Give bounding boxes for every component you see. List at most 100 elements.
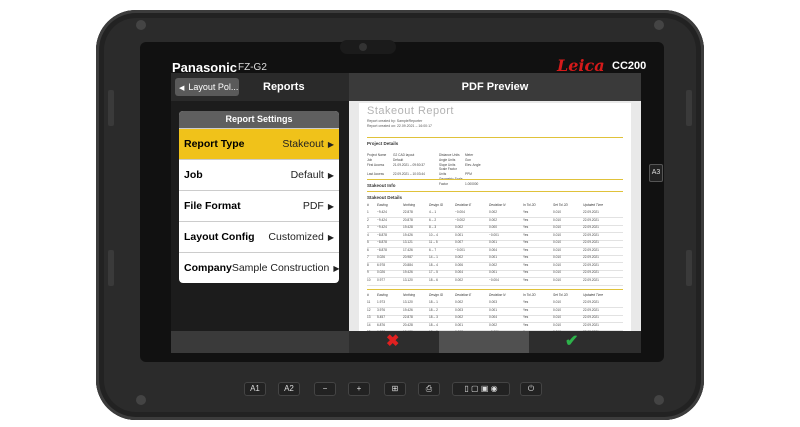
hw-button-a2[interactable]: A2 xyxy=(278,382,300,396)
setting-label: Layout Config xyxy=(184,231,255,243)
table-cell: 22.09.2021 xyxy=(583,270,599,274)
screw xyxy=(136,20,146,30)
table-cell: 8 xyxy=(367,262,369,267)
table-cell: −8.878 xyxy=(377,247,387,252)
divider xyxy=(367,289,623,290)
table-cell: −8.878 xyxy=(377,232,387,237)
table-cell: 0.010 xyxy=(553,315,561,319)
table-cell: 7 xyxy=(367,255,369,259)
table-cell: 0.977 xyxy=(377,277,385,282)
table-cell: 14 – 1 xyxy=(429,255,438,259)
table-cell: 22.09.2021 xyxy=(583,225,599,229)
table-cell: 20.884 xyxy=(403,262,413,267)
table-cell: 0.010 xyxy=(553,270,561,274)
table-row: 10 0.977 13.120 18 – 6 0.002 −0.004 Yes 0.010 22… xyxy=(367,278,623,286)
table-cell: 18 – 2 xyxy=(429,307,438,312)
close-icon[interactable]: ✖ xyxy=(386,333,399,351)
table-cell: 10 xyxy=(367,277,371,282)
setting-row-layout-config[interactable]: Layout Config Customized ▶ xyxy=(179,221,339,252)
model-label: FZ-G2 xyxy=(238,62,267,73)
setting-row-company[interactable]: Company Sample Construction ▶ xyxy=(179,252,339,283)
table-cell: 0.001 xyxy=(489,270,497,274)
chevron-right-icon: ▶ xyxy=(327,170,334,180)
table-cell: 0.010 xyxy=(553,247,561,252)
power-button[interactable]: ⏻ xyxy=(520,382,542,396)
project-details-heading: Project Details xyxy=(367,141,399,146)
stakeout-details-heading: Stakeout Details xyxy=(367,195,403,200)
reports-panel: ◀ Layout Pol... Reports Report Settings R… xyxy=(171,73,349,353)
table-cell: Yes xyxy=(523,315,529,319)
column-header: Deviation N xyxy=(489,203,506,207)
table-cell: 13.121 xyxy=(403,240,413,244)
table-cell: 0.010 xyxy=(553,240,561,244)
a3-button[interactable]: A3 xyxy=(649,164,663,182)
pdf-document[interactable]: Stakeout Report Report created by: Sampl… xyxy=(359,103,631,331)
table-cell: Yes xyxy=(523,277,529,282)
confirm-button[interactable] xyxy=(529,331,641,353)
detail-cell: Scale Factor Units xyxy=(439,167,457,177)
table-cell: Yes xyxy=(523,270,529,274)
volume-up-button[interactable]: + xyxy=(348,382,370,396)
pdf-preview-title: PDF Preview xyxy=(349,73,641,101)
camera-icon xyxy=(340,40,396,54)
setting-label: Job xyxy=(184,169,203,181)
table-cell: 0.003 xyxy=(489,300,497,304)
table-cell: Yes xyxy=(523,217,529,222)
table-cell: 22.878 xyxy=(403,210,413,214)
table-cell: 22.09.2021 xyxy=(583,232,599,237)
setting-row-job[interactable]: Job Default ▶ xyxy=(179,159,339,190)
table-cell: Yes xyxy=(523,300,529,304)
table-cell: 19.426 xyxy=(403,307,413,312)
column-header: Deviation N xyxy=(489,293,506,297)
hw-button-a1[interactable]: A1 xyxy=(244,382,266,396)
table-cell: 0.010 xyxy=(553,307,561,312)
table-cell: 22.09.2021 xyxy=(583,307,599,312)
table-cell: 0.010 xyxy=(553,210,561,214)
camera-button[interactable]: ⎙ xyxy=(418,382,440,396)
table-cell: −0.004 xyxy=(455,210,465,214)
table-cell: Yes xyxy=(523,307,529,312)
table-cell: 19.428 xyxy=(403,225,413,229)
table-cell: 0.002 xyxy=(455,255,463,259)
reports-topbar: ◀ Layout Pol... Reports xyxy=(171,73,349,101)
column-header: Easting xyxy=(377,293,388,297)
table-cell: Yes xyxy=(523,255,529,259)
table-cell: −0.002 xyxy=(455,217,465,222)
table-cell: 6 xyxy=(367,247,369,252)
table-cell: 11 – 5 xyxy=(429,240,438,244)
table-cell: 0.004 xyxy=(489,247,497,252)
table-cell: 19.426 xyxy=(403,270,413,274)
setting-row-file-format[interactable]: File Format PDF ▶ xyxy=(179,190,339,221)
table-cell: 3 xyxy=(367,225,369,229)
table-cell: 18 – 3 xyxy=(429,315,438,319)
divider xyxy=(367,191,623,192)
table-cell: 0.001 xyxy=(489,240,497,244)
table-cell: 13 xyxy=(367,315,371,319)
table-cell: 22.09.2021 xyxy=(583,277,599,282)
table-cell: 13.120 xyxy=(403,277,413,282)
table-cell: 22.09.2021 xyxy=(583,217,599,222)
doc-meta: Report created by: SampleReporter Report… xyxy=(367,119,432,129)
table-cell: 20.428 xyxy=(403,322,413,327)
table-cell: 22.09.2021 xyxy=(583,300,599,304)
check-icon[interactable]: ✔ xyxy=(565,333,578,351)
column-header: Northing xyxy=(403,293,416,297)
column-header: # xyxy=(367,293,369,297)
chevron-left-icon: ◀ xyxy=(179,85,185,92)
table-cell: 6 – 7 xyxy=(429,247,437,252)
table-cell: −9.424 xyxy=(377,210,387,214)
table-cell: 18 – 4 xyxy=(429,322,438,327)
setting-value: Default xyxy=(290,169,324,181)
windows-button[interactable]: ⊞ xyxy=(384,382,406,396)
back-button[interactable]: ◀ Layout Pol... xyxy=(175,78,239,96)
table-cell: 22.09.2021 xyxy=(583,315,599,319)
volume-down-button[interactable]: − xyxy=(314,382,336,396)
column-header: Design ID xyxy=(429,203,443,207)
table-cell: 0.002 xyxy=(489,217,497,222)
screw xyxy=(654,20,664,30)
table-cell: Yes xyxy=(523,232,529,237)
setting-row-report-type[interactable]: Report Type Stakeout ▶ xyxy=(179,128,339,159)
column-header: Deviation E xyxy=(455,293,472,297)
column-header: In Tol 2D xyxy=(523,203,536,207)
table-cell: 9 xyxy=(367,270,369,274)
